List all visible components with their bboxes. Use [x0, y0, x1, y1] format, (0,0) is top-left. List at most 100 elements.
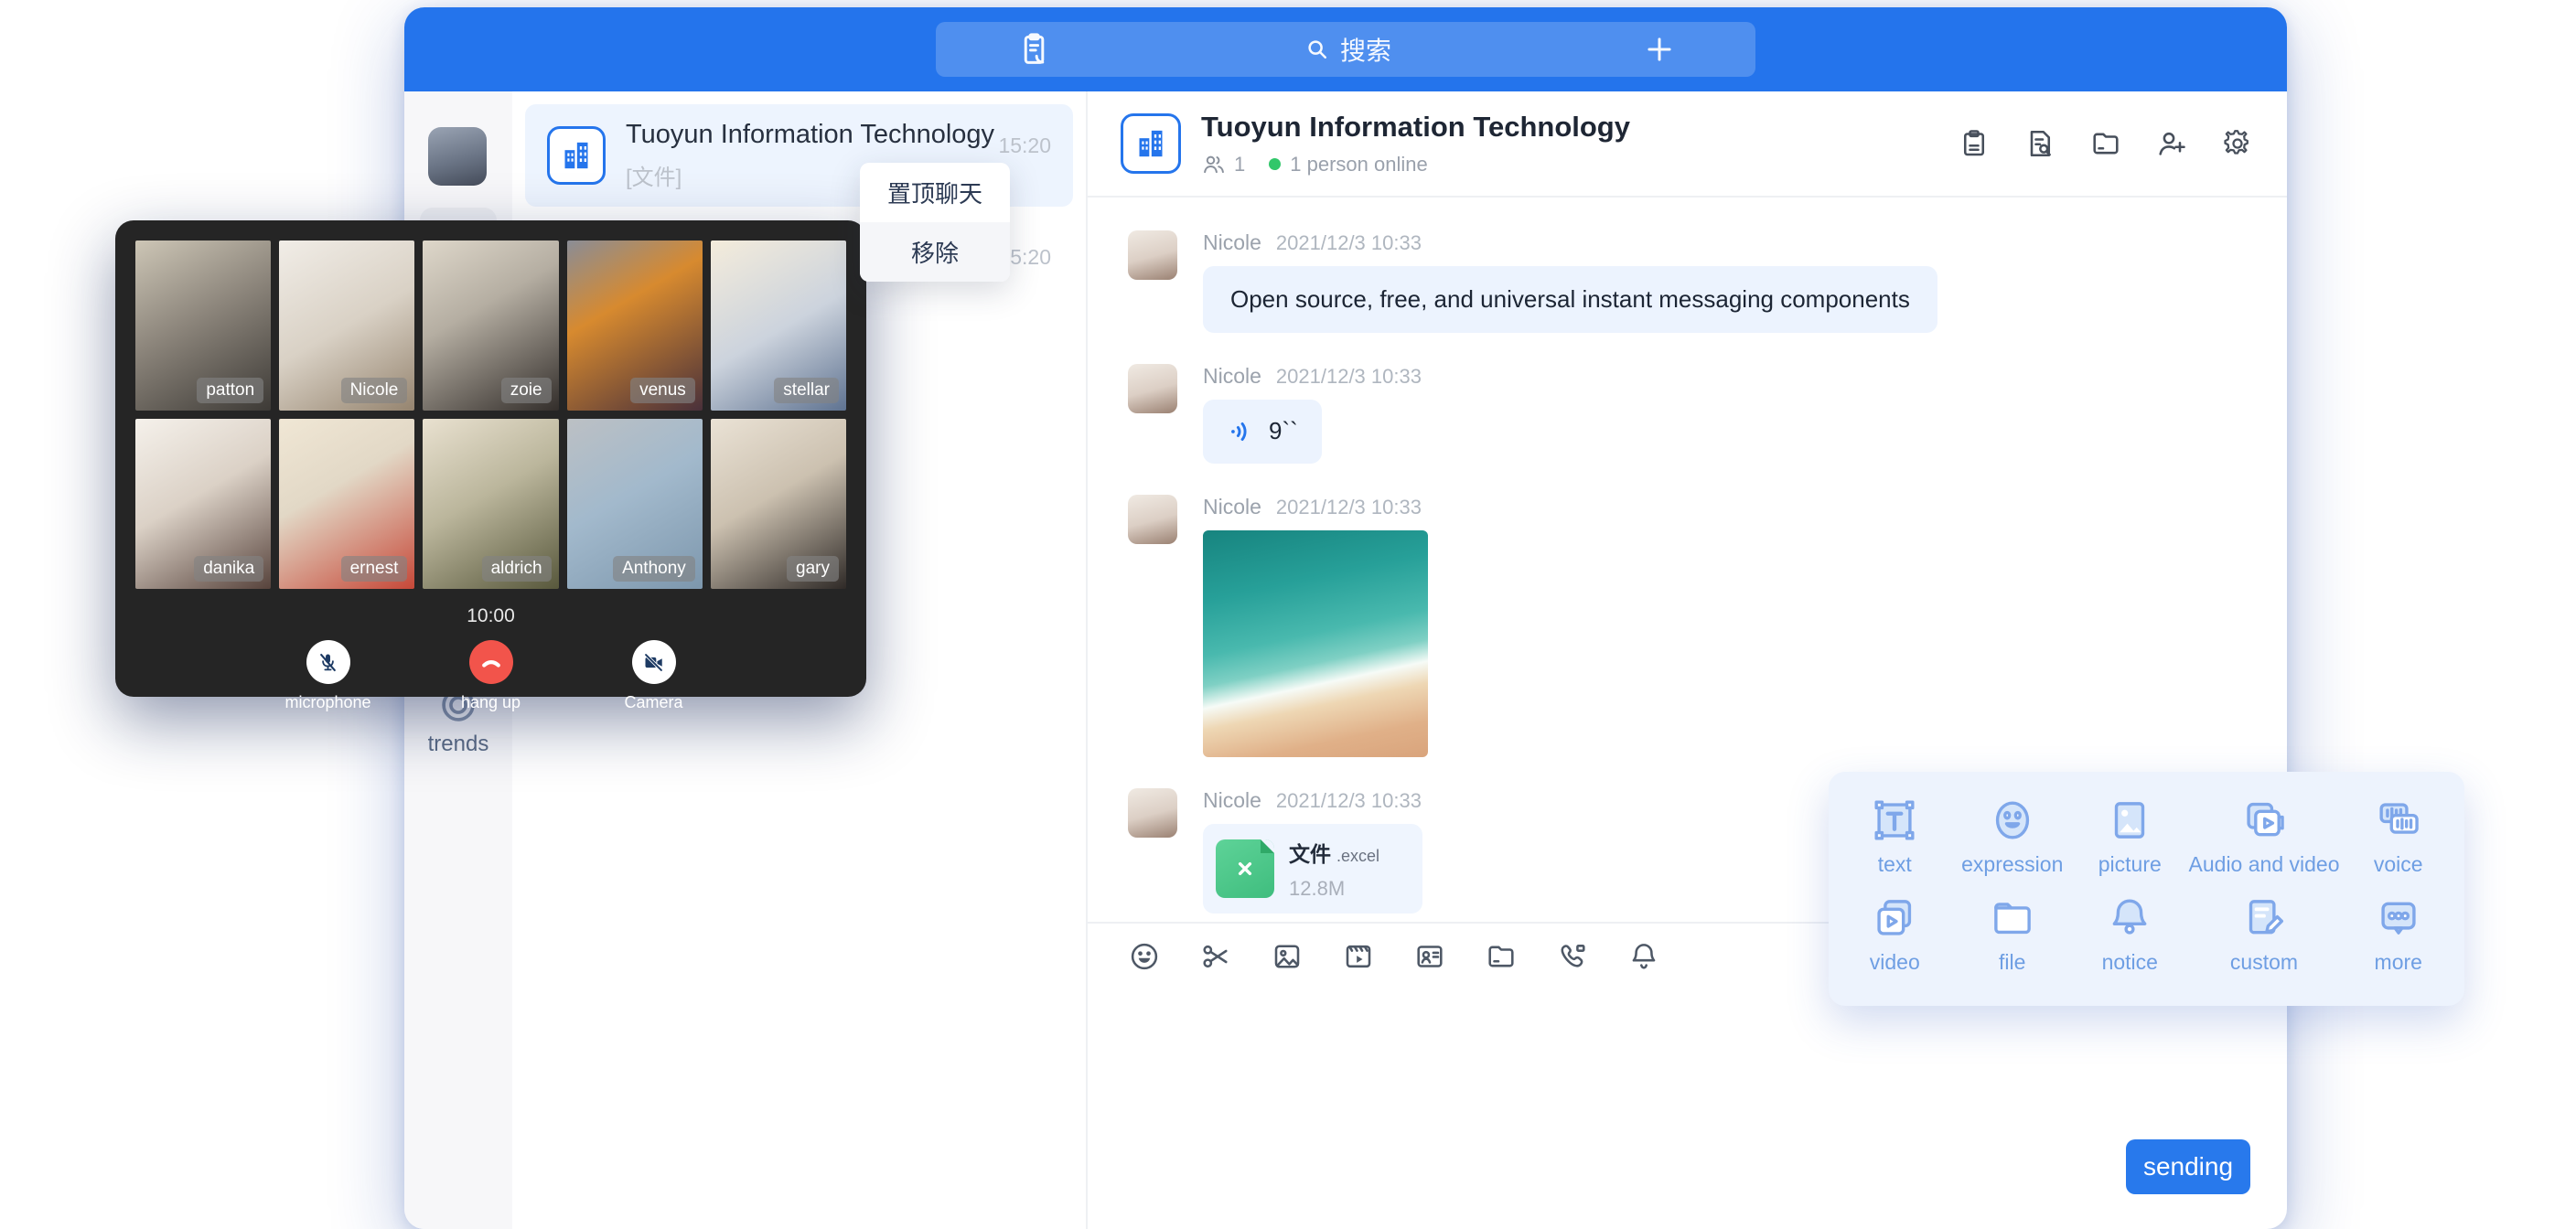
file-message-card[interactable]: 文件 .excel 12.8M [1203, 824, 1422, 914]
popup-item-icon [2103, 794, 2156, 847]
participant-name: Anthony [613, 556, 695, 582]
participant-name: aldrich [482, 556, 552, 582]
popup-item-custom[interactable]: custom [2189, 892, 2340, 975]
participant-video-tile: gary [711, 419, 846, 589]
voice-duration: 9`` [1269, 418, 1298, 444]
add-member-icon[interactable] [2155, 127, 2188, 160]
hang-up-icon [478, 648, 505, 676]
image-message-beach-photo[interactable] [1203, 530, 1428, 757]
popup-item-label: picture [2098, 852, 2162, 877]
popup-item-audio-video[interactable]: Audio and video [2189, 794, 2340, 877]
send-button[interactable]: sending [2126, 1139, 2250, 1194]
members-icon [1201, 152, 1227, 177]
popup-item-icon [2372, 794, 2425, 847]
sender-name: Nicole [1203, 230, 1261, 255]
popup-item-label: custom [2230, 950, 2298, 975]
search-icon [1304, 36, 1331, 63]
message-time: 2021/12/3 10:33 [1276, 789, 1422, 813]
participant-name: Nicole [341, 378, 408, 403]
online-dot [1269, 158, 1281, 170]
popup-item-file[interactable]: file [1954, 892, 2072, 975]
chat-record-search-icon[interactable] [2023, 127, 2056, 160]
popup-item-notice[interactable]: notice [2071, 892, 2189, 975]
search-input[interactable]: 搜索 [1053, 31, 1642, 68]
camera-off-icon [641, 650, 666, 675]
search-placeholder: 搜索 [1340, 31, 1391, 68]
popup-item-label: more [2375, 950, 2422, 975]
sender-avatar[interactable] [1128, 495, 1177, 544]
sender-avatar[interactable] [1128, 364, 1177, 413]
voice-message-bubble[interactable]: 9`` [1203, 400, 1322, 464]
add-chat-icon[interactable] [1642, 32, 1677, 67]
message-time: 2021/12/3 10:33 [1276, 231, 1422, 255]
screenshot-icon[interactable] [1199, 940, 1232, 973]
file-icon[interactable] [1485, 940, 1518, 973]
settings-icon[interactable] [2221, 127, 2254, 160]
popup-item-icon [2372, 892, 2425, 945]
participant-video-tile: danika [135, 419, 271, 589]
popup-item-label: notice [2102, 950, 2158, 975]
camera-control: Camera [599, 640, 709, 712]
popup-item-expression[interactable]: expression [1954, 794, 2072, 877]
participant-name: danika [194, 556, 263, 582]
camera-toggle-button[interactable] [632, 640, 676, 684]
participant-video-tile: Nicole [279, 240, 414, 411]
popup-item-label: video [1870, 950, 1920, 975]
announcement-icon[interactable] [1958, 127, 1991, 160]
chat-header: Tuoyun Information Technology 1 1 person… [1088, 91, 2287, 198]
message-time: 2021/12/3 10:33 [1276, 365, 1422, 389]
sender-avatar[interactable] [1128, 230, 1177, 280]
contact-card-icon[interactable] [1413, 940, 1446, 973]
group-files-icon[interactable] [2089, 127, 2122, 160]
microphone-off-icon [316, 650, 340, 675]
popup-item-label: text [1878, 852, 1912, 877]
file-size: 12.8M [1289, 877, 1379, 901]
search-bar[interactable]: 搜索 [936, 22, 1755, 77]
camera-label: Camera [624, 693, 682, 712]
popup-item-video[interactable]: video [1836, 892, 1954, 975]
hang-up-button[interactable] [469, 640, 513, 684]
hangup-label: hang up [461, 693, 521, 712]
conversation-time: 15:20 [998, 134, 1051, 158]
chat-panel: Tuoyun Information Technology 1 1 person… [1088, 91, 2287, 1229]
microphone-mute-button[interactable] [306, 640, 350, 684]
file-name: 文件 [1289, 842, 1331, 866]
menu-item-remove[interactable]: 移除 [860, 222, 1010, 282]
message-time: 2021/12/3 10:33 [1276, 496, 1422, 519]
desktop-background: 搜索 trends Tuoyun Information Technology [0, 0, 2576, 1229]
text-message-bubble[interactable]: Open source, free, and universal instant… [1203, 266, 1937, 333]
trends-label: trends [428, 732, 489, 757]
excel-file-icon [1216, 839, 1274, 898]
popup-item-icon [2238, 794, 2291, 847]
video-call-icon[interactable] [1556, 940, 1589, 973]
online-status: 1 person online [1290, 153, 1427, 176]
voice-wave-icon [1227, 417, 1256, 446]
call-record-icon[interactable] [1014, 30, 1053, 69]
popup-item-icon [2103, 892, 2156, 945]
member-count: 1 [1234, 153, 1245, 176]
participant-name: ernest [341, 556, 408, 582]
popup-item-more[interactable]: more [2339, 892, 2457, 975]
image-icon[interactable] [1271, 940, 1304, 973]
microphone-label: microphone [284, 693, 370, 712]
folded-corner [1261, 839, 1274, 853]
hangup-control: hang up [436, 640, 546, 712]
video-message-icon[interactable] [1342, 940, 1375, 973]
popup-item-picture[interactable]: picture [2071, 794, 2189, 877]
popup-item-text[interactable]: text [1836, 794, 1954, 877]
popup-item-label: Audio and video [2189, 852, 2340, 877]
message-type-panel: text expression picture Audio and video [1829, 772, 2464, 1006]
message: Nicole 2021/12/3 10:33 9`` [1128, 364, 2247, 464]
current-user-avatar[interactable] [428, 127, 487, 186]
message: Nicole 2021/12/3 10:33 [1128, 495, 2247, 757]
video-call-window: patton Nicole zoie venus stellar [115, 220, 866, 697]
sender-avatar[interactable] [1128, 788, 1177, 838]
notification-icon[interactable] [1627, 940, 1660, 973]
popup-item-voice[interactable]: voice [2339, 794, 2457, 877]
message-input-area[interactable]: sending [1088, 989, 2287, 1229]
emoji-icon[interactable] [1128, 940, 1161, 973]
file-extension: .excel [1336, 847, 1379, 865]
app-header: 搜索 [404, 7, 2287, 91]
menu-item-pin-chat[interactable]: 置顶聊天 [860, 163, 1010, 222]
chat-title: Tuoyun Information Technology [1201, 111, 1630, 144]
